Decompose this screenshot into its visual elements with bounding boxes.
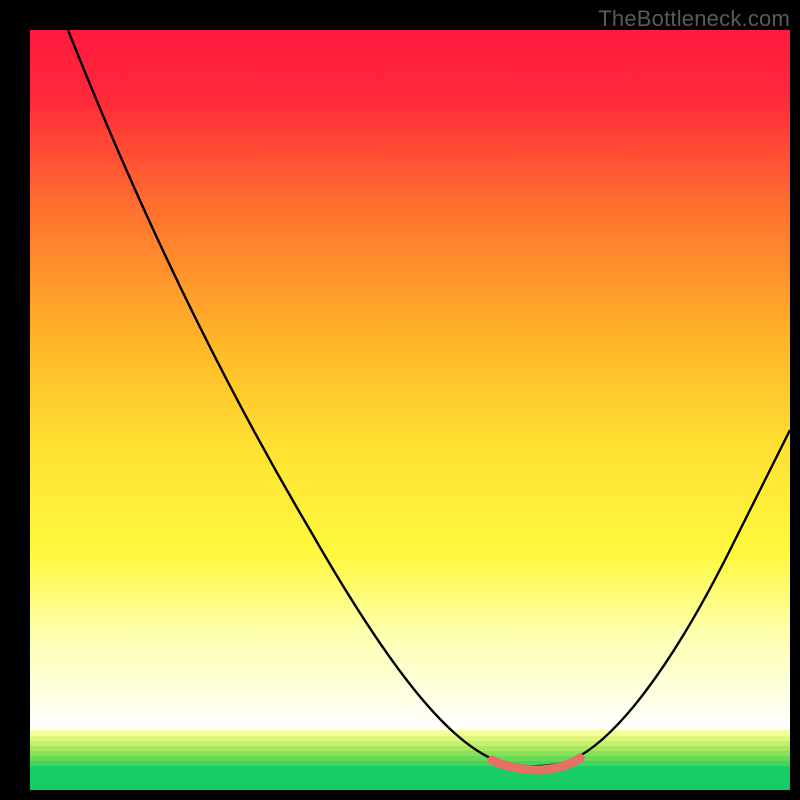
bottom-band <box>30 730 790 790</box>
plot-area <box>30 30 790 790</box>
chart-svg <box>30 30 790 790</box>
chart-container: TheBottleneck.com <box>0 0 800 800</box>
gradient-background <box>30 30 790 730</box>
watermark-text: TheBottleneck.com <box>598 6 790 32</box>
